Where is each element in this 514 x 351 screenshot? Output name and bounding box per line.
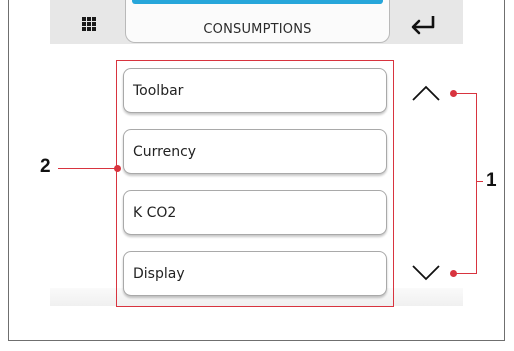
list-item-toolbar[interactable]: Toolbar — [123, 68, 387, 113]
callout-1-line-bottom — [454, 273, 477, 274]
chevron-up-icon — [412, 85, 440, 101]
callout-2-number: 2 — [40, 156, 51, 177]
callout-1-number: 1 — [486, 170, 497, 191]
return-arrow-icon — [411, 16, 435, 35]
list-item-k-co2[interactable]: K CO2 — [123, 190, 387, 235]
list-item-label: Currency — [133, 144, 197, 160]
grid-menu-icon — [82, 17, 96, 31]
list-item-display[interactable]: Display — [123, 251, 387, 296]
scroll-up-button[interactable] — [410, 80, 444, 106]
callout-1-line-tick — [476, 181, 483, 182]
scroll-down-button[interactable] — [410, 260, 444, 286]
list-item-label: K CO2 — [133, 205, 177, 221]
list-item-label: Toolbar — [133, 83, 184, 99]
title-tab: CONSUMPTIONS — [125, 0, 390, 43]
menu-button[interactable] — [66, 8, 112, 40]
callout-1-line-top — [454, 93, 477, 94]
title-tab-accent — [132, 0, 383, 4]
page-title: CONSUMPTIONS — [203, 22, 312, 37]
back-button[interactable] — [398, 8, 448, 42]
list-item-label: Display — [133, 266, 185, 282]
chevron-down-icon — [412, 265, 440, 281]
callout-2-line — [58, 168, 119, 169]
list-item-currency[interactable]: Currency — [123, 129, 387, 174]
callout-1-line-vertical — [476, 93, 477, 274]
callout-2-dot — [114, 165, 121, 172]
